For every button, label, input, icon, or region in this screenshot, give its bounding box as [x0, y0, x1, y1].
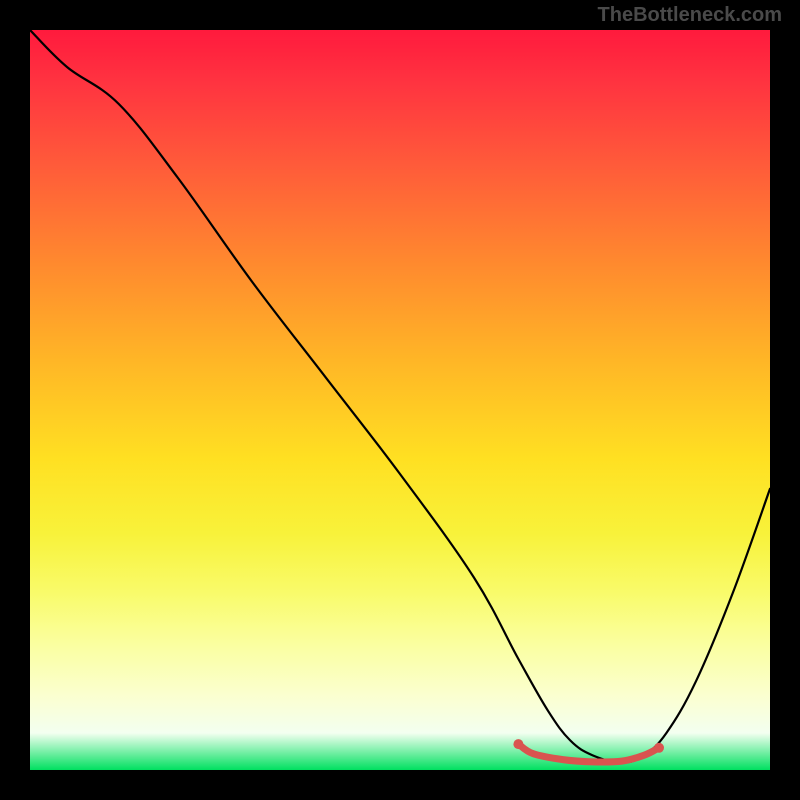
watermark-text: TheBottleneck.com [598, 4, 782, 27]
chart-svg [30, 30, 770, 770]
optimal-zone-endpoint [513, 739, 523, 749]
optimal-zone-endpoint [654, 743, 664, 753]
bottleneck-curve [30, 30, 770, 763]
optimal-zone-dots [513, 739, 664, 753]
plot-area [30, 30, 770, 770]
